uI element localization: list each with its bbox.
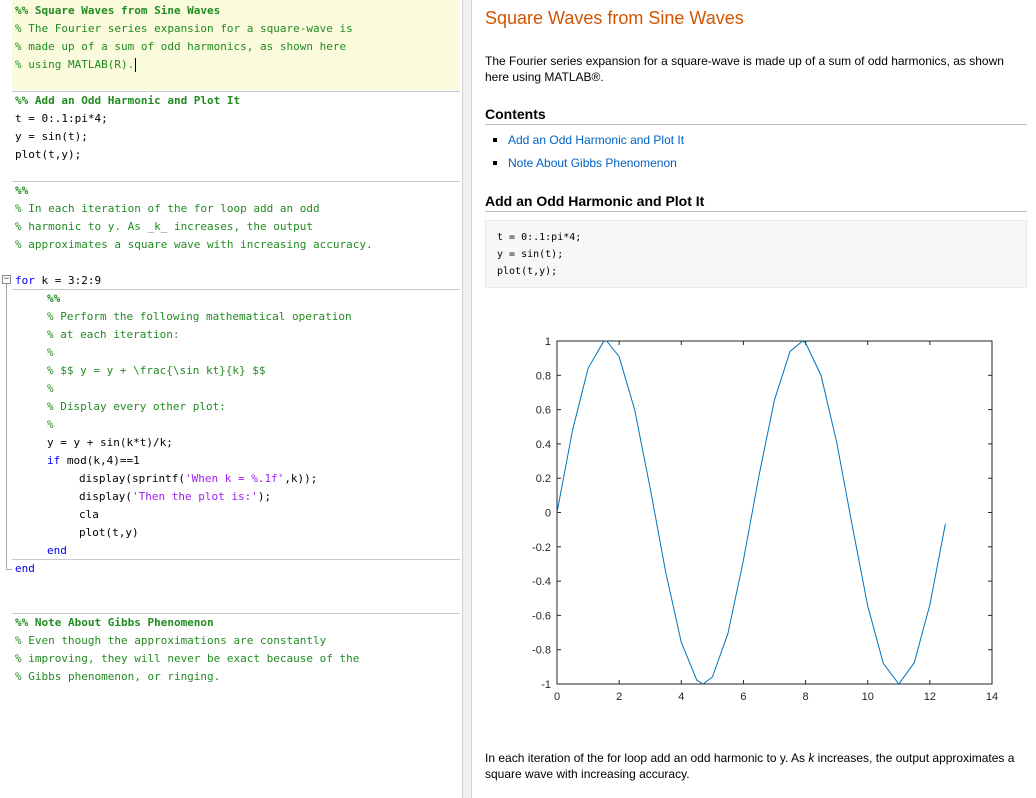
code-text: display(sprintf( — [79, 472, 185, 485]
published-output-pane: Square Waves from Sine Waves The Fourier… — [472, 0, 1036, 798]
cell-title-line[interactable]: %% — [47, 290, 60, 308]
section-heading: Add an Odd Harmonic and Plot It — [485, 193, 705, 209]
y-tick-label: -0.6 — [532, 610, 551, 622]
fold-guide-line — [6, 284, 7, 569]
comment-line[interactable]: % improving, they will never be exact be… — [15, 650, 359, 668]
y-tick-label: 0 — [545, 508, 551, 520]
comment-line[interactable]: % Gibbs phenomenon, or ringing. — [15, 668, 220, 686]
y-tick-label: 0.4 — [536, 439, 551, 451]
comment-text: % using MATLAB(R). — [15, 58, 135, 71]
y-tick-label: -0.4 — [532, 576, 551, 588]
code-line[interactable]: display('Then the plot is:'); — [79, 488, 271, 506]
cell-title-line[interactable]: %% Add an Odd Harmonic and Plot It — [15, 92, 240, 110]
cell-divider — [12, 181, 460, 182]
comment-line[interactable]: % — [47, 380, 54, 398]
code-block: t = 0:.1:pi*4; y = sin(t); plot(t,y); — [485, 220, 1027, 288]
keyword-end[interactable]: end — [47, 542, 67, 560]
y-tick-label: 0.2 — [536, 473, 551, 485]
toc-link-gibbs[interactable]: Note About Gibbs Phenomenon — [508, 156, 677, 170]
x-tick-label: 6 — [740, 691, 746, 703]
comment-line[interactable]: % Perform the following mathematical ope… — [47, 308, 352, 326]
code-editor[interactable]: %% Square Waves from Sine Waves % The Fo… — [0, 0, 462, 798]
code-fold-toggle[interactable]: − — [2, 275, 11, 284]
y-tick-label: 0.8 — [536, 370, 551, 382]
x-tick-label: 14 — [986, 691, 998, 703]
string-literal: 'Then the plot is:' — [131, 490, 258, 503]
description-paragraph: In each iteration of the for loop add an… — [485, 751, 1015, 781]
code-block-line: plot(t,y); — [497, 266, 558, 277]
code-text: ); — [257, 490, 272, 503]
code-line[interactable]: cla — [79, 506, 99, 524]
code-line[interactable]: display(sprintf('When k = %.1f',k)); — [79, 470, 317, 488]
cell-title-line[interactable]: %% Note About Gibbs Phenomenon — [15, 614, 214, 632]
code-block-line: y = sin(t); — [497, 249, 564, 260]
cell-divider — [12, 559, 460, 560]
page-title: Square Waves from Sine Waves — [485, 8, 744, 28]
keyword-end[interactable]: end — [15, 560, 35, 578]
comment-line[interactable]: % at each iteration: — [47, 326, 179, 344]
comment-line[interactable]: % In each iteration of the for loop add … — [15, 200, 320, 218]
code-line[interactable]: plot(t,y); — [15, 146, 81, 164]
code-line[interactable]: for k = 3:2:9 — [15, 272, 101, 290]
code-text: mod(k,4)==1 — [60, 454, 140, 467]
x-tick-label: 4 — [678, 691, 684, 703]
y-tick-label: 0.6 — [536, 405, 551, 417]
code-line[interactable]: if mod(k,4)==1 — [47, 452, 140, 470]
y-tick-label: -0.8 — [532, 645, 551, 657]
comment-line[interactable]: % harmonic to y. As _k_ increases, the o… — [15, 218, 313, 236]
y-tick-label: 1 — [545, 336, 551, 348]
comment-line[interactable]: % Even though the approximations are con… — [15, 632, 326, 650]
x-tick-label: 8 — [803, 691, 809, 703]
code-line[interactable]: y = y + sin(k*t)/k; — [47, 434, 173, 452]
cell-title-line[interactable]: %% — [15, 182, 28, 200]
keyword-for: for — [15, 274, 35, 287]
contents-heading: Contents — [485, 106, 546, 122]
code-text: k = 3:2:9 — [34, 274, 102, 287]
code-text: ,k)); — [284, 472, 318, 485]
heading-rule — [485, 124, 1027, 125]
comment-line[interactable]: % made up of a sum of odd harmonics, as … — [15, 38, 346, 56]
comment-line[interactable]: % Display every other plot: — [47, 398, 226, 416]
pane-splitter[interactable] — [462, 0, 472, 798]
code-text: display( — [79, 490, 132, 503]
plot-axes-box — [556, 340, 993, 685]
string-literal: 'When k = %.1f' — [184, 472, 285, 485]
y-tick-label: -0.2 — [532, 542, 551, 554]
comment-line[interactable]: % approximates a square wave with increa… — [15, 236, 373, 254]
variable-k: k — [808, 751, 815, 765]
bullet-icon — [493, 161, 497, 165]
comment-line[interactable]: % $$ y = y + \frac{\sin kt}{k} $$ — [47, 362, 266, 380]
code-line[interactable]: t = 0:.1:pi*4; — [15, 110, 108, 128]
intro-paragraph: The Fourier series expansion for a squar… — [485, 54, 1004, 84]
y-tick-label: -1 — [541, 679, 551, 691]
x-tick-label: 12 — [924, 691, 936, 703]
x-tick-label: 0 — [554, 691, 560, 703]
heading-rule — [485, 211, 1027, 212]
keyword-if: if — [47, 454, 61, 467]
text-cursor — [135, 58, 137, 72]
cell-title-line[interactable]: %% Square Waves from Sine Waves — [15, 2, 220, 20]
comment-line[interactable]: % — [47, 344, 54, 362]
x-tick-label: 10 — [862, 691, 874, 703]
comment-line[interactable]: % using MATLAB(R). — [15, 56, 137, 74]
code-block-line: t = 0:.1:pi*4; — [497, 232, 582, 243]
fold-guide-end — [6, 569, 12, 570]
comment-line[interactable]: % The Fourier series expansion for a squ… — [15, 20, 353, 38]
toc-link-add-odd-harmonic[interactable]: Add an Odd Harmonic and Plot It — [508, 133, 684, 147]
sine-plot-figure: 0 2 4 6 8 10 12 14 -1 -0.8 -0.6 -0.4 -0.2 0 0.2 0.4 0.6 0… — [532, 336, 998, 703]
bullet-icon — [493, 138, 497, 142]
code-line[interactable]: y = sin(t); — [15, 128, 88, 146]
comment-line[interactable]: % — [47, 416, 54, 434]
code-line[interactable]: plot(t,y) — [79, 524, 139, 542]
x-tick-label: 2 — [616, 691, 622, 703]
